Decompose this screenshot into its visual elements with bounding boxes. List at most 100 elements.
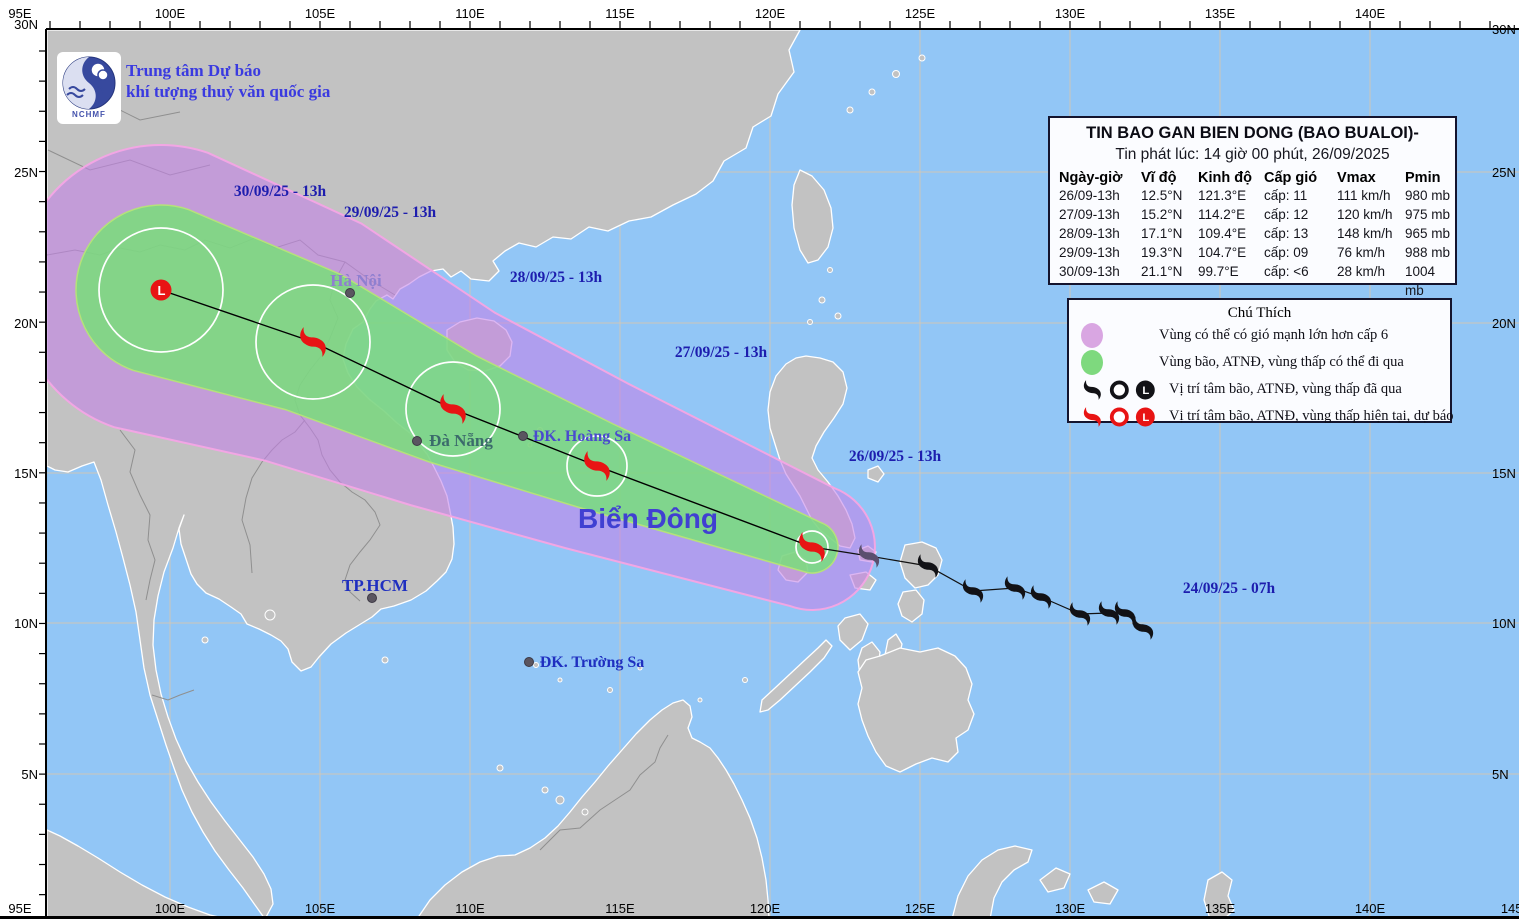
weather-map-screenshot: LHà NộiĐà NẵngĐK. Hoàng SaTP.HCMĐK. Trườ… — [0, 0, 1519, 919]
table-cell: cấp: <6 — [1264, 262, 1337, 300]
longitude-label: 115E — [605, 901, 635, 916]
table-cell: 148 km/h — [1337, 224, 1405, 243]
city-dot — [413, 437, 422, 446]
bulletin-issued-time: Tin phát lúc: 14 giờ 00 phút, 26/09/2025 — [1050, 146, 1455, 164]
legend-item: LVị trí tâm bão, ATNĐ, vùng thấp hiện tạ… — [1069, 403, 1450, 430]
small-island — [919, 55, 925, 61]
city-label: ĐK. Hoàng Sa — [533, 428, 631, 445]
svg-text:L: L — [1143, 412, 1150, 424]
column-header: Vĩ độ — [1141, 170, 1198, 186]
org-name-line2: khí tượng thuỷ văn quốc gia — [126, 81, 330, 102]
latitude-label: 20N — [14, 316, 38, 331]
latitude-label: 30N — [1492, 22, 1516, 37]
table-cell: 111 km/h — [1337, 186, 1405, 205]
low-pressure-icon: L — [1134, 405, 1157, 429]
circle-icon — [1108, 378, 1131, 402]
small-island — [265, 610, 275, 620]
small-island — [382, 657, 388, 663]
track-date-label: 29/09/25 - 13h — [344, 204, 437, 221]
small-island — [835, 313, 841, 319]
longitude-label: 115E — [605, 6, 635, 21]
forecast-table-header: Ngày-giờVĩ độKinh độCấp gióVmaxPmin — [1050, 170, 1455, 186]
table-cell: 15.2°N — [1141, 205, 1198, 224]
longitude-label: 110E — [455, 901, 485, 916]
table-row: 26/09-13h12.5°N121.3°Ecấp: 11111 km/h980… — [1050, 186, 1455, 205]
city-dot — [519, 432, 528, 441]
legend-item: Vùng có thể có gió mạnh lớn hơn cấp 6 — [1069, 322, 1450, 349]
table-cell: 28 km/h — [1337, 262, 1405, 300]
small-island — [608, 688, 613, 693]
city-dot — [525, 658, 534, 667]
legend-panel: Chú Thích Vùng có thể có gió mạnh lớn hơ… — [1067, 298, 1452, 423]
longitude-label: 140E — [1355, 901, 1386, 916]
small-island — [202, 637, 208, 643]
latitude-label: 5N — [1492, 767, 1509, 782]
table-row: 29/09-13h19.3°N104.7°Ecấp: 0976 km/h988 … — [1050, 243, 1455, 262]
city-label: TP.HCM — [342, 576, 408, 595]
longitude-label: 135E — [1205, 901, 1236, 916]
green-area-swatch — [1081, 350, 1103, 375]
legend-item: L Vị trí tâm bão, ATNĐ, vùng thấp đã qua — [1069, 376, 1450, 403]
latitude-label: 15N — [14, 466, 38, 481]
table-cell: 104.7°E — [1198, 243, 1264, 262]
table-cell: 114.2°E — [1198, 205, 1264, 224]
table-row: 28/09-13h17.1°N109.4°Ecấp: 13148 km/h965… — [1050, 224, 1455, 243]
small-island — [828, 268, 833, 273]
typhoon-icon — [1081, 378, 1104, 402]
table-cell: cấp: 11 — [1264, 186, 1337, 205]
longitude-label: 100E — [155, 901, 186, 916]
latitude-label: 25N — [14, 165, 38, 180]
latitude-label: 5N — [21, 767, 38, 782]
table-cell: 26/09-13h — [1059, 186, 1141, 205]
svg-text:L: L — [1143, 385, 1150, 397]
nchmf-emblem-icon — [61, 55, 117, 111]
longitude-label: 120E — [750, 901, 781, 916]
org-name-line1: Trung tâm Dự báo — [126, 60, 330, 81]
latitude-label: 20N — [1492, 316, 1516, 331]
small-island — [869, 89, 875, 95]
table-cell: 76 km/h — [1337, 243, 1405, 262]
nchmf-logo-text: NCHMF — [72, 110, 106, 119]
longitude-label: 110E — [455, 6, 485, 21]
column-header: Vmax — [1337, 170, 1405, 186]
small-island — [558, 678, 562, 682]
bulletin-title: TIN BAO GAN BIEN DONG (BAO BUALOI)- — [1050, 124, 1455, 143]
small-island — [497, 765, 503, 771]
latitude-label: 30N — [14, 17, 38, 32]
longitude-label: 105E — [305, 6, 336, 21]
table-cell: 965 mb — [1405, 224, 1455, 243]
table-cell: 30/09-13h — [1059, 262, 1141, 300]
small-island — [819, 297, 825, 303]
small-island — [847, 107, 853, 113]
sea-name-label: Biển Đông — [578, 503, 718, 534]
small-island — [698, 698, 702, 702]
table-cell: 1004 mb — [1405, 262, 1455, 300]
track-date-label: 28/09/25 - 13h — [510, 269, 603, 286]
longitude-label: 125E — [905, 901, 936, 916]
table-cell: 27/09-13h — [1059, 205, 1141, 224]
table-cell: 21.1°N — [1141, 262, 1198, 300]
legend-item-label: Vùng bão, ATNĐ, vùng thấp có thể đi qua — [1159, 354, 1404, 371]
table-cell: 99.7°E — [1198, 262, 1264, 300]
longitude-label: 125E — [905, 6, 936, 21]
latitude-label: 15N — [1492, 466, 1516, 481]
latitude-label: 10N — [1492, 616, 1516, 631]
circle-icon — [1108, 405, 1131, 429]
column-header: Ngày-giờ — [1059, 170, 1141, 186]
small-island — [743, 678, 748, 683]
small-island — [893, 71, 900, 78]
table-cell: 988 mb — [1405, 243, 1455, 262]
purple-area-swatch — [1081, 323, 1103, 348]
longitude-label: 145E — [1501, 901, 1519, 916]
forecast-table-body: 26/09-13h12.5°N121.3°Ecấp: 11111 km/h980… — [1050, 186, 1455, 281]
latitude-label: 10N — [14, 616, 38, 631]
table-cell: 29/09-13h — [1059, 243, 1141, 262]
longitude-label: 130E — [1055, 901, 1086, 916]
storm-bulletin-panel: TIN BAO GAN BIEN DONG (BAO BUALOI)- Tin … — [1048, 116, 1457, 285]
track-date-label: 30/09/25 - 13h — [234, 183, 327, 200]
table-cell: cấp: 09 — [1264, 243, 1337, 262]
track-date-label: 26/09/25 - 13h — [849, 448, 942, 465]
table-cell: cấp: 12 — [1264, 205, 1337, 224]
table-cell: 17.1°N — [1141, 224, 1198, 243]
legend-item-label: Vị trí tâm bão, ATNĐ, vùng thấp đã qua — [1169, 381, 1402, 398]
